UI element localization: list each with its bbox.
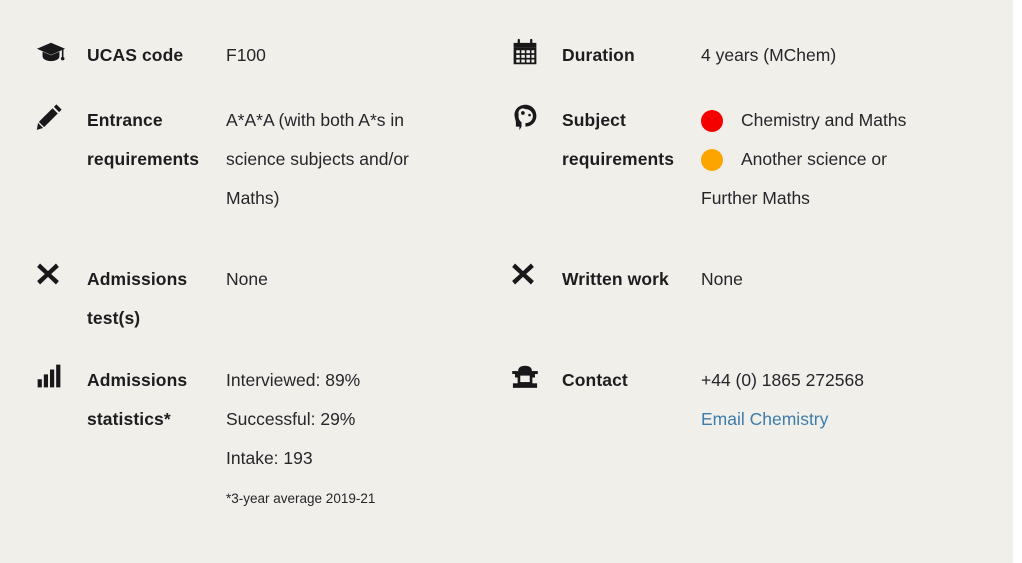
fact-value: +44 (0) 1865 272568 Email Chemistry bbox=[701, 361, 1011, 439]
fact-value: 4 years (MChem) bbox=[701, 45, 837, 65]
cross-icon bbox=[36, 260, 87, 292]
fact-ucas-code: UCAS code F100 bbox=[36, 36, 506, 75]
graduation-cap-icon bbox=[36, 36, 87, 68]
pencil-icon bbox=[36, 101, 87, 133]
fact-label: UCAS code bbox=[87, 45, 184, 65]
fact-label: Duration bbox=[562, 45, 635, 65]
fact-subject-requirements: Subject requirements Chemistry and Maths… bbox=[511, 101, 1011, 218]
statistic-line: Intake: 193 bbox=[226, 448, 313, 468]
subject-requirement-row: Chemistry and Maths bbox=[701, 101, 981, 140]
fact-label: Contact bbox=[562, 370, 628, 390]
cross-icon bbox=[511, 260, 562, 292]
email-chemistry-link[interactable]: Email Chemistry bbox=[701, 409, 828, 429]
fact-duration: Duration 4 years (MChem) bbox=[511, 36, 1011, 75]
fact-label: Written work bbox=[562, 269, 669, 289]
telephone-icon bbox=[511, 361, 562, 393]
requirement-dot-amber bbox=[701, 149, 723, 171]
statistics-footnote: *3-year average 2019-21 bbox=[226, 491, 376, 506]
contact-phone: +44 (0) 1865 272568 bbox=[701, 370, 864, 390]
requirement-text: Another science or bbox=[741, 149, 887, 169]
fact-written-work: Written work None bbox=[511, 260, 1011, 299]
fact-label: Admissions test(s) bbox=[87, 269, 188, 328]
fact-value: A*A*A (with both A*s in science subjects… bbox=[226, 110, 409, 208]
calendar-icon bbox=[511, 36, 562, 68]
fact-contact: Contact +44 (0) 1865 272568 Email Chemis… bbox=[511, 361, 1011, 439]
fact-value: Interviewed: 89% Successful: 29% Intake:… bbox=[226, 361, 506, 514]
fact-admissions-statistics: Admissions statistics* Interviewed: 89% … bbox=[36, 361, 506, 514]
fact-entrance-requirements: Entrance requirements A*A*A (with both A… bbox=[36, 101, 506, 218]
fact-value: F100 bbox=[226, 45, 266, 65]
requirement-continuation: Further Maths bbox=[701, 188, 810, 208]
course-facts-grid: UCAS code F100 Duration 4 years (MChem) … bbox=[0, 0, 1013, 563]
statistic-line: Interviewed: 89% bbox=[226, 370, 361, 390]
fact-value: None bbox=[226, 269, 268, 289]
requirement-dot-red bbox=[701, 110, 723, 132]
fact-label: Subject requirements bbox=[562, 110, 675, 169]
fact-admissions-test: Admissions test(s) None bbox=[36, 260, 506, 338]
fact-value: None bbox=[701, 269, 743, 289]
requirement-text: Chemistry and Maths bbox=[741, 110, 907, 130]
subject-requirement-row: Another science or bbox=[701, 140, 981, 179]
fact-label: Admissions statistics* bbox=[87, 370, 188, 429]
course-facts-card: UCAS code F100 Duration 4 years (MChem) … bbox=[0, 0, 1013, 563]
fact-value: Chemistry and Maths Another science or F… bbox=[701, 101, 981, 218]
bar-chart-icon bbox=[36, 361, 87, 393]
head-gears-icon bbox=[511, 101, 562, 133]
statistic-line: Successful: 29% bbox=[226, 409, 356, 429]
fact-label: Entrance requirements bbox=[87, 110, 200, 169]
